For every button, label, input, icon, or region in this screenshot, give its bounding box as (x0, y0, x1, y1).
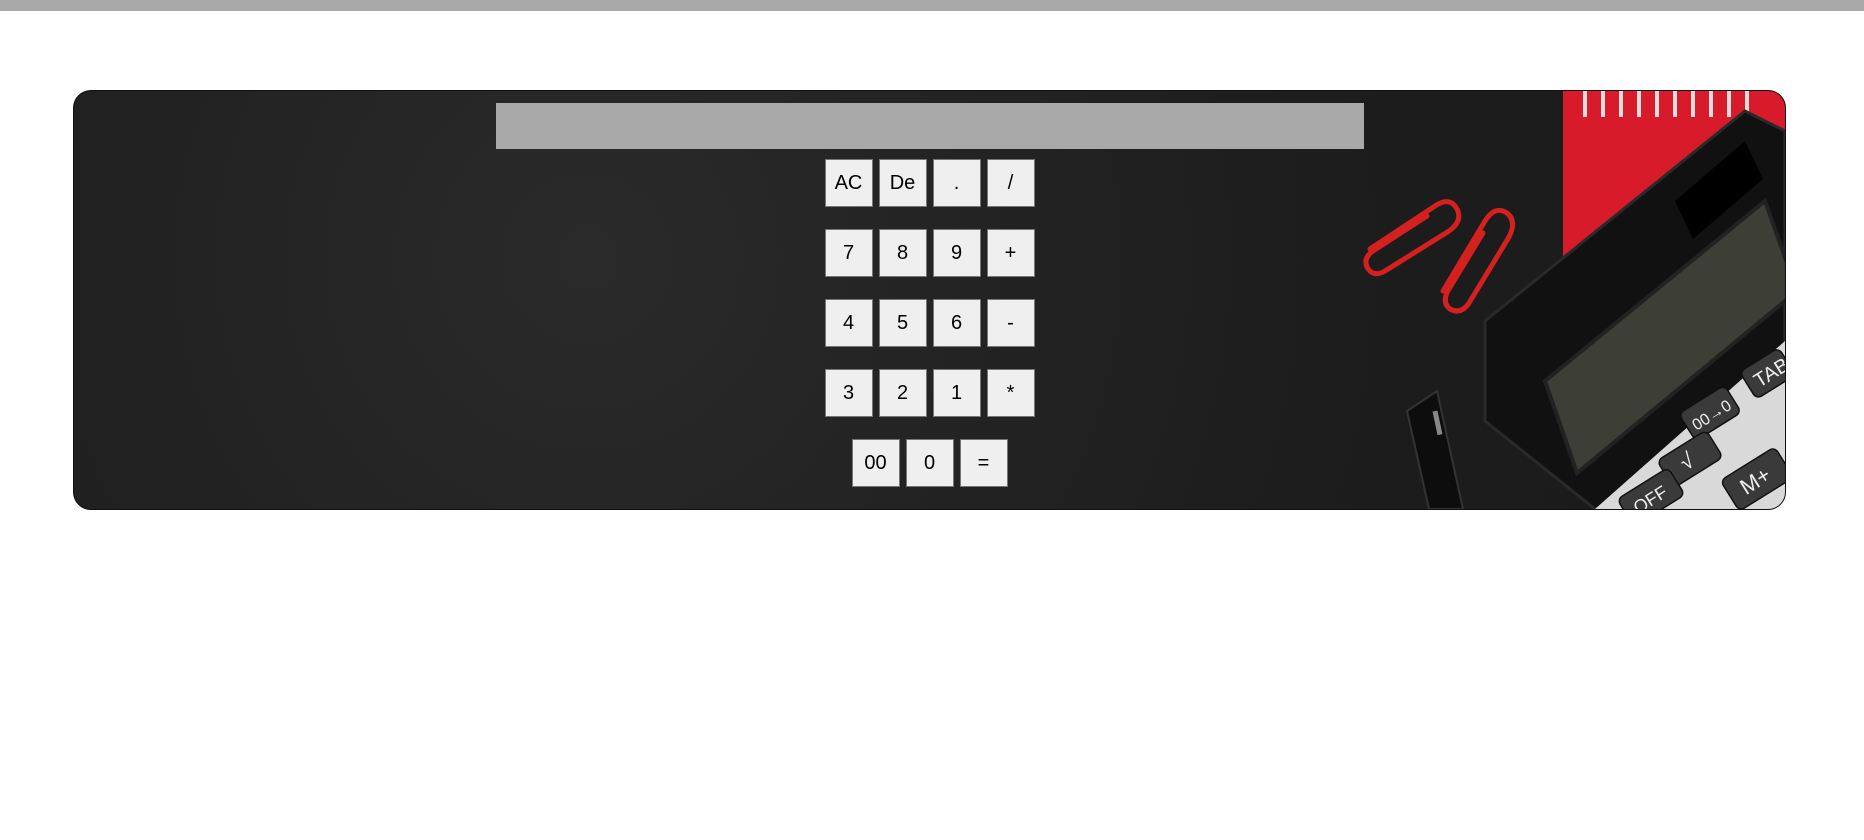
calculator-container: TAB 00→0 √ OFF M+ AC De . / 7 8 9 + 4 5 … (73, 90, 1786, 510)
add-button[interactable]: + (986, 229, 1035, 277)
digit-2-button[interactable]: 2 (878, 369, 927, 417)
key-row: 7 8 9 + (74, 229, 1785, 279)
digit-7-button[interactable]: 7 (824, 229, 873, 277)
equals-button[interactable]: = (959, 439, 1008, 487)
top-bar (0, 0, 1864, 11)
digit-8-button[interactable]: 8 (878, 229, 927, 277)
delete-button[interactable]: De (878, 159, 927, 207)
multiply-button[interactable]: * (986, 369, 1035, 417)
digit-4-button[interactable]: 4 (824, 299, 873, 347)
key-row: 4 5 6 - (74, 299, 1785, 349)
digit-6-button[interactable]: 6 (932, 299, 981, 347)
divide-button[interactable]: / (986, 159, 1035, 207)
double-zero-button[interactable]: 00 (851, 439, 900, 487)
digit-5-button[interactable]: 5 (878, 299, 927, 347)
key-row: AC De . / (74, 159, 1785, 209)
digit-0-button[interactable]: 0 (905, 439, 954, 487)
keypad: AC De . / 7 8 9 + 4 5 6 - 3 2 1 * 00 0 = (74, 159, 1785, 509)
key-row: 00 0 = (74, 439, 1785, 489)
digit-3-button[interactable]: 3 (824, 369, 873, 417)
all-clear-button[interactable]: AC (824, 159, 873, 207)
digit-9-button[interactable]: 9 (932, 229, 981, 277)
key-row: 3 2 1 * (74, 369, 1785, 419)
decimal-button[interactable]: . (932, 159, 981, 207)
calculator-display[interactable] (496, 103, 1364, 149)
digit-1-button[interactable]: 1 (932, 369, 981, 417)
subtract-button[interactable]: - (986, 299, 1035, 347)
